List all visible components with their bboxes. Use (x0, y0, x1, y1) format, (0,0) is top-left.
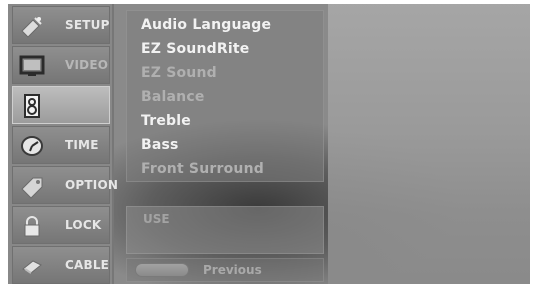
clock-icon (19, 133, 45, 159)
menu-item-balance[interactable]: Balance (141, 89, 205, 105)
speaker-icon (19, 93, 45, 119)
background-glow (328, 4, 530, 284)
sub-panel-text: USE (143, 212, 170, 226)
sidebar-item-setup[interactable]: SETUP (12, 6, 110, 44)
menu-item-ez-sound[interactable]: EZ Sound (141, 65, 217, 81)
sidebar: SETUP VIDEO TIME OPTION LOCK CABLE (8, 4, 118, 284)
tv-icon (19, 53, 45, 79)
audio-menu-panel: Audio Language EZ SoundRite EZ Sound Bal… (126, 10, 324, 182)
sidebar-item-label: SETUP (65, 18, 110, 32)
sidebar-item-label: VIDEO (65, 58, 109, 72)
sidebar-item-label: LOCK (65, 218, 102, 232)
menu-item-ez-soundrite[interactable]: EZ SoundRite (141, 41, 249, 57)
sub-panel: USE (126, 206, 324, 254)
sidebar-item-label: CABLE (65, 258, 110, 272)
sidebar-item-video[interactable]: VIDEO (12, 46, 110, 84)
satellite-dish-icon (19, 13, 45, 39)
menu-item-front-surround[interactable]: Front Surround (141, 161, 264, 177)
sidebar-item-option[interactable]: OPTION (12, 166, 118, 204)
sidebar-item-cable[interactable]: CABLE (12, 246, 110, 284)
cable-icon (19, 253, 45, 279)
tag-icon (19, 173, 45, 199)
sidebar-item-time[interactable]: TIME (12, 126, 110, 164)
previous-label: Previous (203, 263, 262, 277)
sidebar-item-label: OPTION (65, 178, 119, 192)
sidebar-item-label: TIME (65, 138, 99, 152)
sidebar-item-lock[interactable]: LOCK (12, 206, 110, 244)
menu-item-treble[interactable]: Treble (141, 113, 191, 129)
lock-icon (19, 213, 45, 239)
sidebar-item-audio[interactable] (12, 86, 110, 124)
menu-item-bass[interactable]: Bass (141, 137, 179, 153)
menu-item-audio-language[interactable]: Audio Language (141, 17, 271, 33)
previous-button[interactable] (135, 263, 189, 277)
bottom-controls: Previous (126, 258, 324, 282)
tv-menu-screen: SETUP VIDEO TIME OPTION LOCK CABLE Audio… (8, 4, 530, 284)
